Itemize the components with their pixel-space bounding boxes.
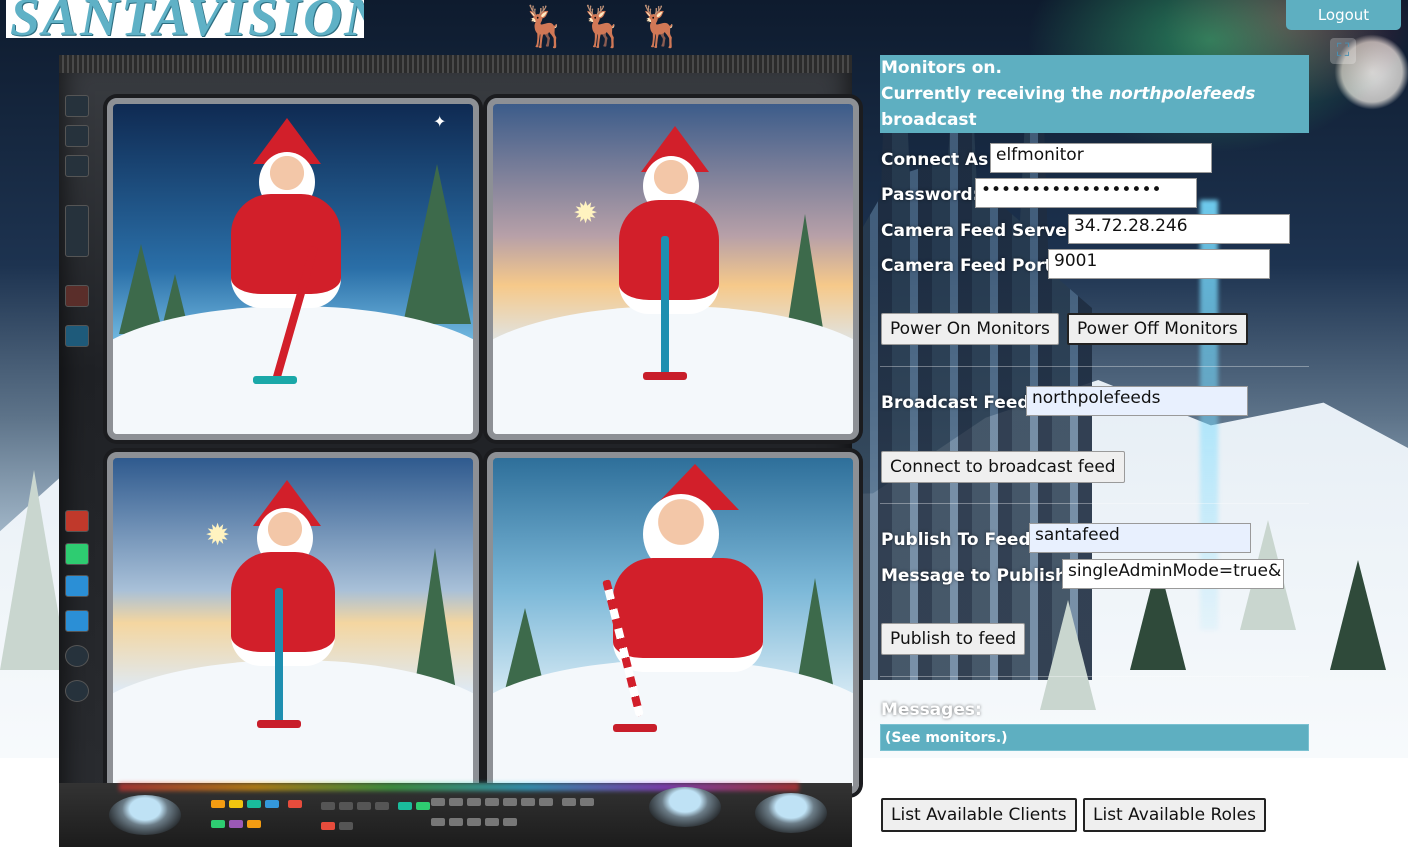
santa-body (231, 552, 335, 666)
snow-hill (493, 659, 853, 788)
connect-as-input[interactable]: elfmonitor (990, 143, 1212, 173)
list-roles-button[interactable]: List Available Roles (1083, 798, 1266, 832)
camera-screen-2: ✹ (487, 98, 859, 440)
camera-screen-3: ✹ (107, 452, 479, 794)
monitor-status: Monitors on. Currently receiving the nor… (880, 55, 1309, 133)
reindeer-icon: 🦌🦌🦌 (520, 4, 694, 50)
sun-icon: ✹ (573, 196, 599, 231)
power-off-button[interactable]: Power Off Monitors (1067, 313, 1248, 345)
camera-port-input[interactable]: 9001 (1048, 249, 1270, 279)
message-label: Message to Publish: (881, 566, 1074, 586)
status-feed-name: northpolefeeds (1109, 84, 1256, 104)
logo-text: SANTAVISION (10, 0, 364, 38)
fullscreen-icon[interactable]: ⛶ (1330, 38, 1356, 64)
power-on-button[interactable]: Power On Monitors (881, 313, 1059, 345)
section-divider (880, 503, 1309, 504)
monitor-vent (59, 55, 852, 73)
monitor-wall: ✦ ✹ ✹ (59, 55, 859, 847)
control-keypad (319, 797, 439, 833)
status-line: Currently receiving the northpolefeeds (881, 81, 1255, 107)
camera-screen-4 (487, 452, 859, 794)
console-knob (755, 793, 827, 833)
messages-label: Messages: (881, 700, 982, 720)
santa-body (613, 558, 763, 672)
camera-server-label: Camera Feed Server: (881, 221, 1082, 241)
connect-as-label: Connect As: (881, 150, 996, 170)
side-button (65, 575, 89, 597)
pogo-stick (661, 236, 669, 376)
console-knob (649, 787, 721, 827)
list-clients-button[interactable]: List Available Clients (881, 798, 1077, 832)
publish-button[interactable]: Publish to feed (881, 623, 1026, 655)
side-button (65, 680, 89, 702)
pogo-foot (613, 724, 657, 732)
pogo-foot (643, 372, 687, 380)
status-prefix: Currently receiving the (881, 84, 1110, 104)
password-label: Password: (881, 185, 980, 205)
pine-tree (1040, 600, 1096, 710)
pogo-foot (257, 720, 301, 728)
pine-tree (403, 164, 471, 324)
pogo-foot (253, 376, 297, 384)
publish-feed-label: Publish To Feed: (881, 530, 1038, 550)
side-button (65, 543, 89, 565)
color-keypad (209, 795, 319, 831)
section-divider (880, 366, 1309, 367)
side-button (65, 155, 89, 177)
side-button (65, 285, 89, 307)
message-input[interactable]: singleAdminMode=true& (1062, 559, 1284, 589)
messages-output: (See monitors.) (880, 724, 1309, 751)
camera-screen-1: ✦ (107, 98, 479, 440)
side-button (65, 95, 89, 117)
broadcast-feed-label: Broadcast Feed: (881, 393, 1037, 413)
side-button (65, 325, 89, 347)
pogo-stick (275, 588, 283, 728)
pine-tree (0, 470, 68, 670)
publish-feed-input[interactable]: santafeed (1029, 523, 1251, 553)
pine-tree (1330, 560, 1386, 670)
number-keypad (429, 793, 609, 829)
santa-body (619, 200, 719, 314)
connect-broadcast-button[interactable]: Connect to broadcast feed (881, 451, 1125, 483)
santavision-logo: SANTAVISION (6, 0, 364, 38)
password-input[interactable]: •••••••••••••••••• (975, 178, 1197, 208)
side-button (65, 610, 89, 632)
side-button (65, 510, 89, 532)
sparkle-icon: ✦ (433, 112, 447, 131)
status-line: Monitors on. (881, 58, 1002, 78)
camera-server-input[interactable]: 34.72.28.246 (1068, 214, 1290, 244)
console-knob (109, 795, 181, 835)
side-button (65, 205, 89, 257)
logout-button[interactable]: Logout (1286, 0, 1401, 30)
status-line: broadcast (881, 110, 977, 130)
sun-icon: ✹ (205, 518, 231, 553)
side-button (65, 125, 89, 147)
side-button (65, 645, 89, 667)
control-console (59, 783, 852, 847)
santa-body (231, 194, 341, 308)
camera-port-label: Camera Feed Port: (881, 256, 1060, 276)
broadcast-feed-input[interactable]: northpolefeeds (1026, 386, 1248, 416)
section-divider (880, 676, 1309, 677)
